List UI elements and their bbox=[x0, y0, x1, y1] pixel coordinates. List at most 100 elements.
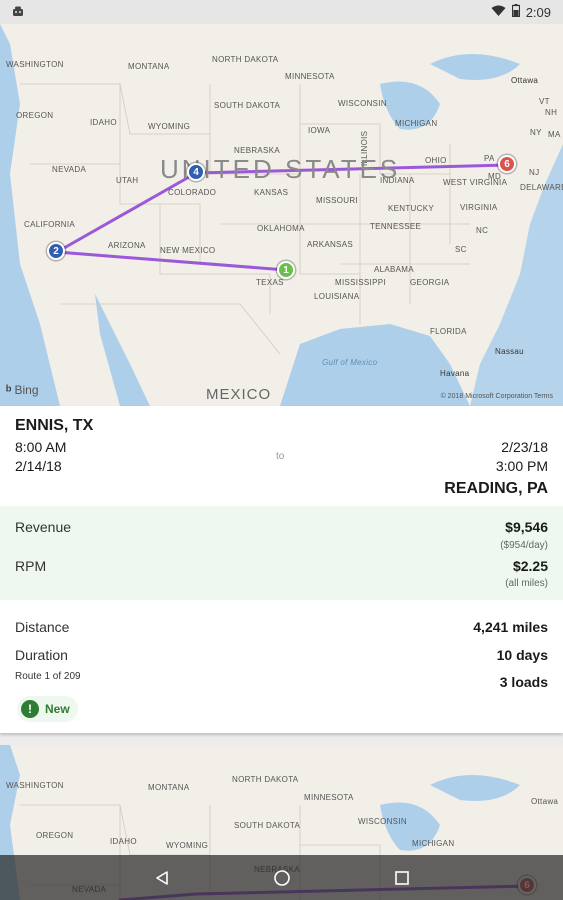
origin-city: ENNIS, TX bbox=[15, 417, 94, 434]
rpm-label: RPM bbox=[15, 558, 47, 574]
route-marker-2[interactable]: 2 bbox=[47, 242, 65, 260]
state-label: OHIO bbox=[425, 156, 447, 165]
route-marker-4[interactable]: 4 bbox=[187, 163, 205, 181]
state-label: MD bbox=[488, 172, 502, 181]
recents-button[interactable] bbox=[387, 863, 417, 893]
recents-icon bbox=[394, 870, 409, 885]
city-label: Nassau bbox=[495, 347, 524, 356]
loads-value: 3 loads bbox=[499, 674, 548, 690]
state-label: MICHIGAN bbox=[395, 119, 438, 128]
state-label: CALIFORNIA bbox=[24, 220, 76, 229]
distance-value: 4,241 miles bbox=[473, 619, 548, 635]
new-badge-label: New bbox=[45, 702, 70, 716]
route-count: Route 1 of 209 bbox=[15, 671, 81, 682]
home-icon bbox=[273, 869, 290, 886]
state-label: ARIZONA bbox=[108, 241, 146, 250]
city-label: Ottawa bbox=[511, 76, 539, 85]
state-label: MISSOURI bbox=[316, 196, 358, 205]
route-marker-1[interactable]: 1 bbox=[277, 261, 295, 279]
state-label: WYOMING bbox=[148, 122, 191, 131]
rpm-note: (all miles) bbox=[505, 578, 548, 589]
to-label: to bbox=[276, 451, 285, 462]
state-label: MONTANA bbox=[128, 62, 170, 71]
state-label: OREGON bbox=[36, 831, 74, 840]
state-label: FLORIDA bbox=[430, 327, 467, 336]
revenue-per-day: ($954/day) bbox=[500, 540, 548, 551]
state-label: TEXAS bbox=[256, 278, 284, 287]
battery-icon bbox=[511, 4, 520, 20]
state-label: NH bbox=[545, 108, 558, 117]
state-label: NC bbox=[476, 226, 489, 235]
route-map[interactable]: WASHINGTON MONTANA NORTH DAKOTA MINNESOT… bbox=[0, 24, 563, 406]
state-label: NORTH DAKOTA bbox=[212, 55, 279, 64]
duration-value: 10 days bbox=[496, 647, 548, 663]
state-label: WISCONSIN bbox=[358, 817, 407, 826]
map-copyright[interactable]: © 2018 Microsoft Corporation Terms bbox=[441, 393, 553, 400]
state-label: GEORGIA bbox=[410, 278, 450, 287]
state-label: SOUTH DAKOTA bbox=[234, 821, 301, 830]
new-badge: ! New bbox=[17, 696, 78, 722]
map-base bbox=[0, 24, 563, 406]
state-label: KANSAS bbox=[254, 188, 289, 197]
country-label-mexico: MEXICO bbox=[206, 386, 272, 403]
state-label: VT bbox=[539, 97, 550, 106]
state-label: WASHINGTON bbox=[6, 781, 64, 790]
status-bar: 2:09 bbox=[0, 0, 563, 24]
back-icon bbox=[155, 870, 168, 885]
bing-attribution: ᵇ Bing bbox=[6, 382, 39, 398]
state-label: VIRGINIA bbox=[460, 203, 498, 212]
route-card[interactable]: ENNIS, TX 8:00 AM 2/14/18 to 2/23/18 3:0… bbox=[0, 406, 563, 733]
rpm-value: $2.25 bbox=[512, 558, 548, 574]
home-button[interactable] bbox=[267, 863, 297, 893]
clock: 2:09 bbox=[525, 4, 551, 20]
destination-date: 2/23/18 bbox=[501, 439, 548, 455]
duration-label: Duration bbox=[15, 647, 68, 663]
back-button[interactable] bbox=[147, 863, 177, 893]
state-label: TENNESSEE bbox=[370, 222, 422, 231]
state-label: COLORADO bbox=[168, 188, 217, 197]
destination-city: READING, PA bbox=[444, 480, 548, 497]
state-label: MISSISSIPPI bbox=[335, 278, 386, 287]
water-label: Gulf of Mexico bbox=[322, 358, 378, 367]
state-label: LOUISIANA bbox=[314, 292, 360, 301]
route-header: ENNIS, TX 8:00 AM 2/14/18 to 2/23/18 3:0… bbox=[0, 406, 563, 506]
state-label: ARKANSAS bbox=[307, 240, 353, 249]
city-label: Havana bbox=[440, 369, 470, 378]
state-label: SOUTH DAKOTA bbox=[214, 101, 281, 110]
state-label: MA bbox=[548, 130, 561, 139]
state-label: OREGON bbox=[16, 111, 54, 120]
state-label: DELAWARE bbox=[520, 183, 563, 192]
state-label: MINNESOTA bbox=[285, 72, 335, 81]
state-label: MINNESOTA bbox=[304, 793, 354, 802]
state-label: MONTANA bbox=[148, 783, 190, 792]
state-label: WYOMING bbox=[166, 841, 209, 850]
state-label: OKLAHOMA bbox=[257, 224, 305, 233]
destination-time: 3:00 PM bbox=[495, 458, 548, 474]
state-label: NJ bbox=[529, 168, 540, 177]
state-label: ALABAMA bbox=[374, 265, 414, 274]
android-icon bbox=[12, 5, 24, 20]
state-label: WISCONSIN bbox=[338, 99, 387, 108]
state-label: NY bbox=[530, 128, 542, 137]
origin-date: 2/14/18 bbox=[15, 458, 62, 474]
revenue-value: $9,546 bbox=[505, 519, 548, 535]
wifi-icon bbox=[491, 5, 506, 20]
state-label: IOWA bbox=[308, 126, 331, 135]
alert-icon: ! bbox=[21, 700, 39, 718]
route-marker-6[interactable]: 6 bbox=[498, 155, 516, 173]
origin-time: 8:00 AM bbox=[15, 439, 67, 455]
state-label: IDAHO bbox=[90, 118, 117, 127]
state-label: MICHIGAN bbox=[412, 839, 455, 848]
state-label: NEVADA bbox=[52, 165, 87, 174]
money-section: Revenue $9,546 ($954/day) RPM $2.25 (all… bbox=[0, 506, 563, 600]
bing-logo-icon: ᵇ bbox=[6, 382, 12, 398]
state-label: IDAHO bbox=[110, 837, 137, 846]
revenue-label: Revenue bbox=[15, 519, 72, 535]
state-label: NEW MEXICO bbox=[160, 246, 216, 255]
state-label: WASHINGTON bbox=[6, 60, 64, 69]
system-nav-bar bbox=[0, 855, 563, 900]
state-label: NORTH DAKOTA bbox=[232, 775, 299, 784]
state-label: UTAH bbox=[116, 176, 139, 185]
state-label: KENTUCKY bbox=[388, 204, 434, 213]
city-label: Ottawa bbox=[531, 797, 559, 806]
